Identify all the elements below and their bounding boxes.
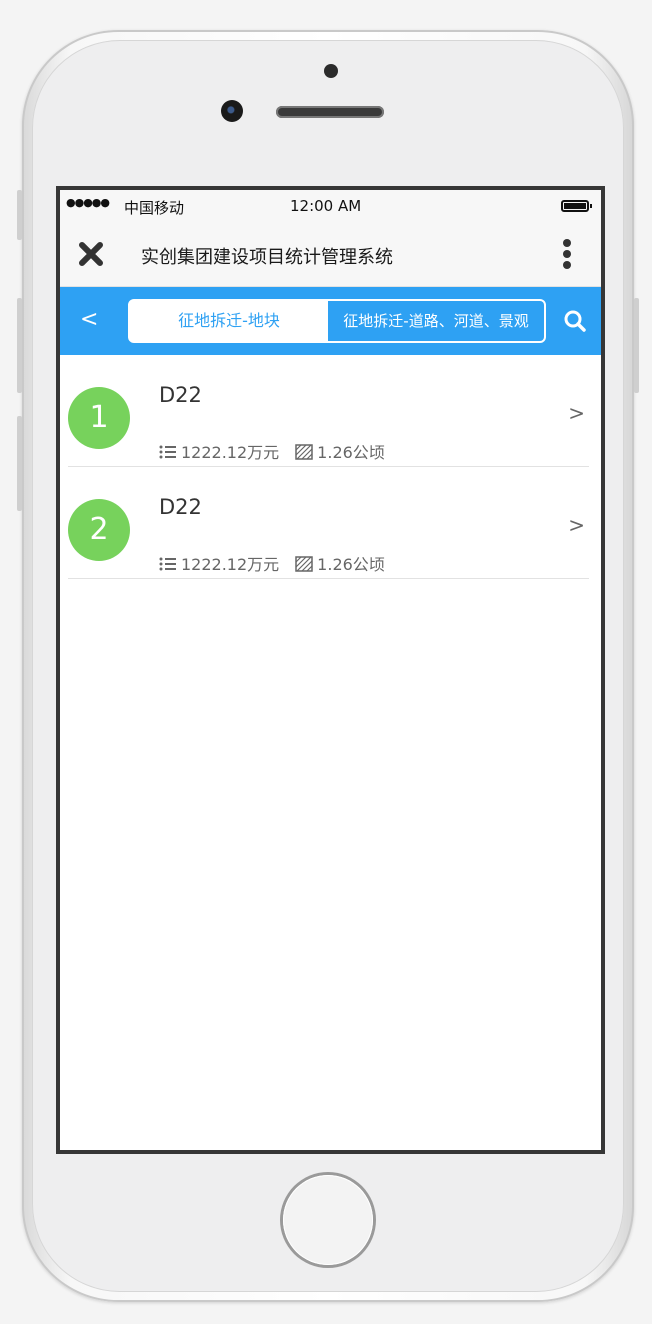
- item-amount: 1222.12万元: [181, 443, 280, 462]
- list-item[interactable]: 1 D22 1222.12万元 1.26公顷 >: [68, 355, 589, 467]
- more-vertical-icon[interactable]: [563, 239, 571, 271]
- list-item[interactable]: 2 D22 1222.12万元 1.26公顷 >: [68, 467, 589, 579]
- carrier-label: 中国移动: [124, 199, 185, 217]
- chevron-right-icon: >: [568, 513, 585, 537]
- item-name: D22: [159, 495, 202, 519]
- back-button[interactable]: <: [80, 307, 98, 332]
- earpiece-speaker: [276, 106, 384, 118]
- category-bar: < 征地拆迁-地块 征地拆迁-道路、河道、景观: [60, 287, 601, 355]
- segmented-control: 征地拆迁-地块 征地拆迁-道路、河道、景观: [128, 299, 546, 343]
- proximity-sensor: [324, 64, 338, 78]
- silent-switch: [17, 190, 22, 240]
- home-button[interactable]: [283, 1175, 373, 1265]
- item-amount: 1222.12万元: [181, 555, 280, 574]
- tab-road-river-landscape[interactable]: 征地拆迁-道路、河道、景观: [328, 301, 544, 341]
- status-time: 12:00 AM: [290, 197, 362, 215]
- battery-full-icon: [561, 200, 592, 212]
- item-index-badge: 1: [68, 387, 130, 449]
- volume-down-button: [17, 416, 22, 511]
- item-meta: 1222.12万元 1.26公顷: [159, 439, 385, 463]
- area-icon: [295, 556, 313, 572]
- item-area: 1.26公顷: [317, 443, 385, 462]
- close-icon[interactable]: [76, 239, 106, 269]
- item-meta: 1222.12万元 1.26公顷: [159, 551, 385, 575]
- status-bar: ●●●●● 中国移动 12:00 AM: [60, 190, 601, 223]
- item-index-badge: 2: [68, 499, 130, 561]
- app-title: 实创集团建设项目统计管理系统: [141, 247, 393, 268]
- search-icon[interactable]: [563, 309, 587, 333]
- volume-up-button: [17, 298, 22, 393]
- signal-strength-icon: ●●●●●: [66, 196, 110, 209]
- tab-land-parcel[interactable]: 征地拆迁-地块: [130, 301, 328, 341]
- item-name: D22: [159, 383, 202, 407]
- app-screen: ●●●●● 中国移动 12:00 AM 实创集团建设项目统计管理系统 < 征地拆…: [56, 186, 605, 1154]
- project-list: 1 D22 1222.12万元 1.26公顷 > 2 D22 1222.12万元…: [60, 355, 601, 579]
- front-camera-icon: [221, 100, 243, 122]
- list-icon: [159, 445, 176, 459]
- chevron-right-icon: >: [568, 401, 585, 425]
- power-button: [634, 298, 639, 393]
- list-icon: [159, 557, 176, 571]
- item-area: 1.26公顷: [317, 555, 385, 574]
- app-header: 实创集团建设项目统计管理系统: [60, 223, 601, 287]
- area-icon: [295, 444, 313, 460]
